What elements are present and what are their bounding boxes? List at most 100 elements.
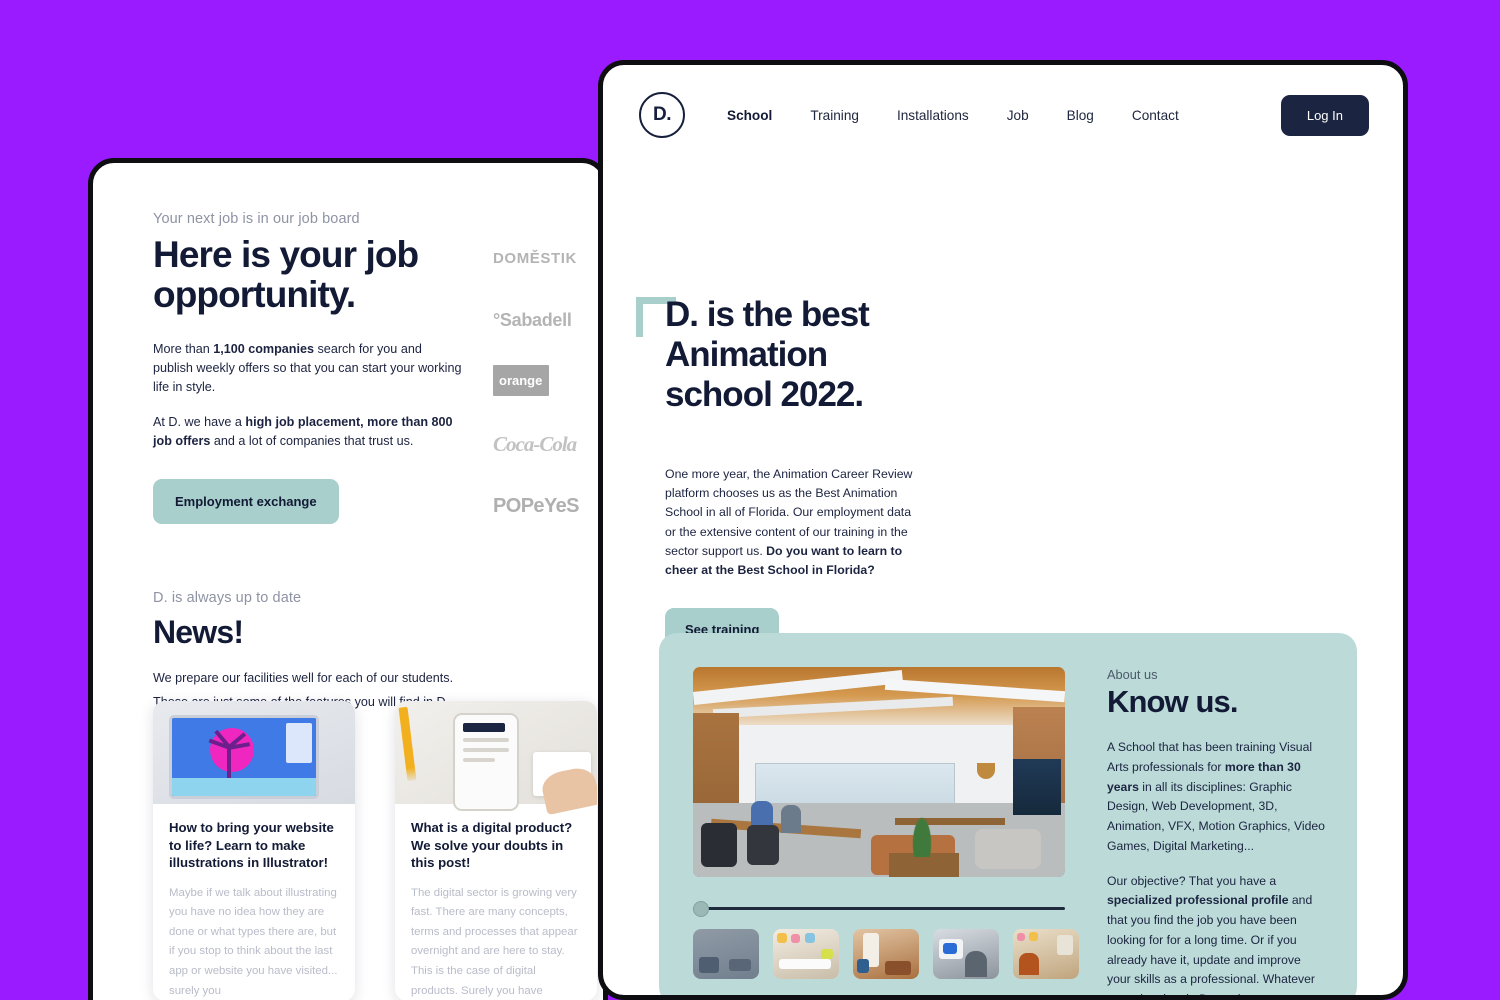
- tablet-frame-shape: [169, 715, 319, 799]
- potted-plant-shape: [911, 813, 933, 857]
- job-p2-post: and a lot of companies that trust us.: [210, 434, 414, 449]
- about-section: About us Know us. A School that has been…: [659, 633, 1357, 1000]
- employment-exchange-button[interactable]: Employment exchange: [153, 479, 339, 525]
- hero-paragraph: One more year, the Animation Career Revi…: [665, 465, 917, 581]
- gallery-thumbnail[interactable]: [773, 929, 839, 979]
- phone-frame-shape: [453, 713, 519, 811]
- news-card-thumbnail-illustration: [153, 701, 355, 804]
- about-title: Know us.: [1107, 684, 1238, 719]
- thumb-board-shape: [1057, 935, 1073, 955]
- gallery-slider-knob[interactable]: [693, 901, 709, 917]
- gallery-thumbnail[interactable]: [1013, 929, 1079, 979]
- phone-headline-shape: [463, 723, 505, 732]
- login-button[interactable]: Log In: [1280, 94, 1369, 136]
- news-card-thumbnail-phone: [395, 701, 597, 816]
- news-section: D. is always up to date News! We prepare…: [153, 590, 603, 711]
- nav-item-installations[interactable]: Installations: [897, 108, 969, 123]
- office-chair-shape: [747, 825, 779, 865]
- gallery-thumbnail-list: [693, 929, 1079, 979]
- news-card[interactable]: How to bring your website to life? Learn…: [153, 701, 355, 1000]
- gallery-slider-track[interactable]: [693, 907, 1065, 910]
- job-paragraph-1: More than 1,100 companies search for you…: [153, 340, 465, 397]
- nav-item-school[interactable]: School: [727, 108, 772, 123]
- gallery-thumbnail[interactable]: [853, 929, 919, 979]
- gallery-thumbnail[interactable]: [933, 929, 999, 979]
- logo-orange: orange: [493, 365, 603, 399]
- gallery-thumbnail[interactable]: [693, 929, 759, 979]
- logo-domestika-text: DOMĚSTIK: [493, 249, 577, 267]
- tablet-ui-panel-shape: [286, 723, 312, 763]
- job-p1-bold: 1,100 companies: [213, 341, 315, 356]
- thumb-shape: [1029, 932, 1038, 941]
- nav-item-job[interactable]: Job: [1007, 108, 1029, 123]
- phone-text-line-shape: [463, 748, 509, 752]
- office-chair-shape: [701, 823, 737, 867]
- logo-popeyes: POPeYeS: [493, 489, 603, 523]
- news-card-headline: How to bring your website to life? Learn…: [169, 820, 334, 871]
- about-p2-pre: Our objective? That you have a: [1107, 873, 1277, 888]
- about-eyebrow: About us: [1107, 667, 1158, 682]
- pencil-shape: [398, 706, 417, 782]
- hero-text-block: D. is the best Animation school 2022. On…: [665, 295, 965, 652]
- about-text-block: About us Know us. A School that has been…: [1107, 667, 1325, 1000]
- news-card-headline: What is a digital product? We solve your…: [411, 820, 573, 871]
- thumb-shape: [1017, 933, 1025, 941]
- nav-item-blog[interactable]: Blog: [1067, 108, 1094, 123]
- main-navbar: D. School Training Installations Job Blo…: [603, 65, 1403, 165]
- nav-item-training[interactable]: Training: [810, 108, 859, 123]
- about-p2-bold: specialized professional profile: [1107, 893, 1289, 908]
- thumb-shape: [885, 961, 911, 975]
- job-eyebrow: Your next job is in our job board: [153, 211, 360, 227]
- about-office-image: [693, 667, 1065, 877]
- thumb-screen-shape: [943, 943, 957, 954]
- thumb-table-shape: [779, 959, 831, 969]
- news-eyebrow: D. is always up to date: [153, 590, 302, 607]
- phone-text-line-shape: [463, 738, 509, 742]
- logo-domestika: DOMĚSTIK: [493, 241, 603, 275]
- seated-person-shape: [781, 805, 801, 833]
- left-mockup-card: Your next job is in our job board Here i…: [88, 158, 608, 1000]
- hero-title: D. is the best Animation school 2022.: [665, 295, 870, 414]
- thumb-shape: [699, 957, 719, 973]
- nav-item-contact[interactable]: Contact: [1132, 108, 1179, 123]
- logo-sabadell: °Sabadell: [493, 303, 603, 337]
- thumb-shape: [821, 949, 833, 959]
- right-mockup-card: D. School Training Installations Job Blo…: [598, 60, 1408, 1000]
- company-logos-list: DOMĚSTIK °Sabadell orange Coca-Cola POPe…: [493, 241, 603, 523]
- phone-text-line-shape: [463, 758, 495, 762]
- tablet-ground-shape: [172, 778, 316, 796]
- about-paragraph-1: A School that has been training Visual A…: [1107, 738, 1325, 857]
- wall-screen-shape: [1013, 759, 1061, 815]
- news-card-excerpt: Maybe if we talk about illustrating you …: [169, 886, 338, 997]
- armchair-shape: [975, 829, 1041, 869]
- job-p1-pre: More than: [153, 341, 214, 356]
- hero-section: D. is the best Animation school 2022. On…: [603, 165, 1403, 665]
- about-p1-post: in all its disciplines: Graphic Design, …: [1107, 779, 1325, 853]
- logo-cocacola: Coca-Cola: [493, 427, 603, 461]
- about-paragraph-2: Our objective? That you have a specializ…: [1107, 872, 1325, 1000]
- news-card[interactable]: What is a digital product? We solve your…: [395, 701, 597, 1000]
- job-p2-pre: At D. we have a: [153, 415, 246, 430]
- nav-links: School Training Installations Job Blog C…: [727, 108, 1179, 123]
- thumb-person-shape: [1019, 953, 1039, 975]
- news-card-excerpt: The digital sector is growing very fast.…: [411, 886, 578, 997]
- job-paragraph-2: At D. we have a high job placement, more…: [153, 413, 465, 451]
- brand-logo-icon[interactable]: D.: [639, 92, 685, 138]
- news-card-body: What is a digital product? We solve your…: [395, 804, 597, 1000]
- right-mockup-content: D. School Training Installations Job Blo…: [603, 65, 1403, 995]
- news-card-body: How to bring your website to life? Learn…: [153, 804, 355, 1000]
- about-p2-post: and that you find the job you have been …: [1107, 893, 1315, 1000]
- thumb-shape: [729, 959, 751, 971]
- news-title: News!: [153, 614, 244, 651]
- logo-cocacola-text: Coca-Cola: [493, 431, 577, 456]
- logo-popeyes-text: POPeYeS: [493, 494, 579, 517]
- news-card-list: How to bring your website to life? Learn…: [153, 701, 597, 1000]
- logo-sabadell-text: °Sabadell: [493, 309, 572, 330]
- thumb-shape: [805, 933, 815, 943]
- thumb-shape: [777, 933, 787, 943]
- logo-orange-text: orange: [493, 365, 550, 396]
- thumb-person-shape: [965, 951, 987, 977]
- news-intro-line-1: We prepare our facilities well for each …: [153, 671, 454, 686]
- thumb-shape: [791, 934, 800, 943]
- thumb-shape: [857, 959, 869, 973]
